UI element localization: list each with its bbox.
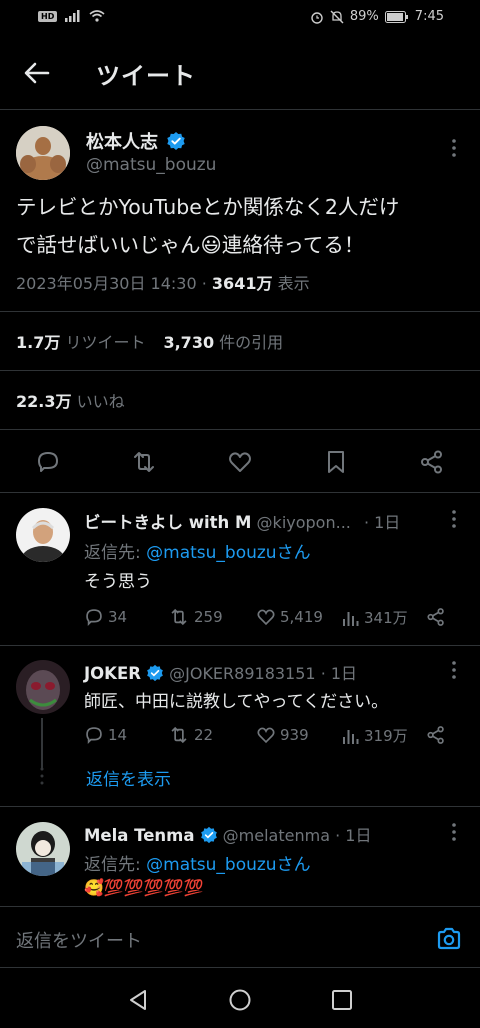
- tweet-text-line1: テレビとかYouTubeとか関係なく2人だけ: [16, 195, 400, 219]
- reply3-handle[interactable]: @melatenma: [223, 826, 330, 845]
- bookmark-icon[interactable]: [323, 449, 349, 475]
- divider: [0, 806, 480, 807]
- views-label: 表示: [277, 274, 310, 293]
- reply-compose-bar: 返信をツイート: [0, 906, 480, 968]
- reply2-more-icon[interactable]: [444, 660, 464, 680]
- retweet-quote-stats: 1.7万 リツイート 3,730 件の引用: [0, 311, 480, 370]
- smiley-emoji-icon: 😃: [200, 233, 222, 257]
- reply3-mention-link[interactable]: @matsu_bouzu: [146, 855, 276, 875]
- reply1-reply-action[interactable]: 34: [84, 607, 127, 627]
- likes-stats: 22.3万 いいね: [0, 370, 480, 429]
- top-app-bar: ツイート: [0, 36, 480, 110]
- page-title: ツイート: [96, 62, 196, 90]
- retweet-icon: [171, 726, 187, 744]
- nav-back-icon[interactable]: [126, 988, 150, 1012]
- likes-stat[interactable]: 22.3万 いいね: [16, 388, 125, 412]
- quotes-stat[interactable]: 3,730 件の引用: [163, 329, 283, 353]
- reply1-time: · 1日: [363, 513, 401, 532]
- battery-icon: [384, 10, 408, 23]
- signal-icon: [65, 10, 80, 22]
- nav-home-icon[interactable]: [228, 988, 252, 1012]
- reply2-views-action[interactable]: 319万: [342, 725, 408, 746]
- reply2-like-action[interactable]: 939: [256, 725, 309, 745]
- reply1-text: そう思う: [84, 572, 152, 592]
- reply3-avatar[interactable]: [16, 822, 70, 876]
- tweet-action-bar: [0, 429, 480, 493]
- thread-line: [41, 718, 43, 768]
- reply1-avatar[interactable]: [16, 508, 70, 562]
- reply1-name[interactable]: ビートきよし with M: [84, 513, 251, 532]
- reply-icon[interactable]: [35, 449, 61, 475]
- reply3-reply-to: 返信先: @matsu_bouzuさん: [84, 855, 311, 875]
- tweet-text-line2: で話せばいいじゃん😃連絡待ってる！: [16, 233, 365, 257]
- verified-badge-icon: [167, 132, 185, 150]
- reply-icon: [86, 727, 102, 744]
- wifi-icon: [89, 10, 105, 22]
- alarm-icon: [311, 11, 323, 24]
- reply1-views-action[interactable]: 341万: [342, 607, 408, 628]
- author-header: 松本人志: [86, 128, 186, 154]
- nav-recents-icon[interactable]: [330, 988, 354, 1012]
- mute-icon: [330, 10, 344, 23]
- views-count: 3641万: [211, 274, 273, 293]
- author-handle[interactable]: @matsu_bouzu: [86, 155, 216, 175]
- back-arrow-icon[interactable]: [22, 58, 52, 88]
- reply2-avatar[interactable]: [16, 660, 70, 714]
- tweet-text: テレビとかYouTubeとか関係なく2人だけ で話せばいいじゃん😃連絡待ってる！: [16, 188, 468, 264]
- reply1-retweet-action[interactable]: 259: [168, 607, 223, 627]
- reply2-name[interactable]: JOKER: [84, 664, 141, 683]
- battery-percent: 89%: [349, 9, 379, 24]
- retweets-stat[interactable]: 1.7万 リツイート: [16, 329, 145, 353]
- status-bar: HD 89% 7:45: [0, 0, 480, 36]
- verified-badge-icon: [200, 826, 217, 844]
- views-icon: [343, 729, 359, 744]
- reply3-time: · 1日: [335, 826, 372, 845]
- reply1-like-action[interactable]: 5,419: [256, 607, 323, 627]
- like-icon: [257, 727, 275, 744]
- like-icon: [257, 609, 275, 626]
- reply1-handle[interactable]: @kiyopon...: [257, 513, 351, 532]
- reply3-header: Mela Tenma @melatenma · 1日: [84, 822, 371, 846]
- retweet-icon[interactable]: [131, 449, 157, 475]
- reply1-header: ビートきよし with M @kiyopon... · 1日: [84, 509, 400, 533]
- system-nav-bar: [0, 968, 480, 1028]
- reply1-reply-to: 返信先: @matsu_bouzuさん: [84, 543, 311, 563]
- more-options-icon[interactable]: [444, 138, 464, 158]
- thread-dots-icon: [40, 767, 44, 785]
- show-replies-link[interactable]: 返信を表示: [86, 765, 171, 790]
- views-icon: [343, 611, 359, 626]
- reply3-name[interactable]: Mela Tenma: [84, 826, 194, 845]
- reply3-text: 🥰💯💯💯💯💯: [84, 878, 204, 897]
- tweet-datetime[interactable]: 2023年05月30日 14:30: [16, 274, 197, 293]
- reply2-share-icon[interactable]: [426, 725, 446, 745]
- author-avatar[interactable]: [16, 126, 70, 180]
- reply1-share-icon[interactable]: [426, 607, 446, 627]
- reply1-mention-link[interactable]: @matsu_bouzu: [146, 543, 276, 563]
- reply2-text: 師匠、中田に説教してやってください。: [84, 692, 389, 712]
- reply3-more-icon[interactable]: [444, 822, 464, 842]
- reply2-time: · 1日: [320, 664, 358, 683]
- verified-badge-icon: [147, 664, 163, 682]
- clock: 7:45: [414, 9, 444, 24]
- reply1-more-icon[interactable]: [444, 509, 464, 529]
- reply2-retweet-action[interactable]: 22: [168, 725, 213, 745]
- reply2-reply-action[interactable]: 14: [84, 725, 127, 745]
- hd-indicator: HD: [38, 10, 58, 22]
- tweet-meta: 2023年05月30日 14:30 · 3641万 表示: [16, 274, 310, 293]
- like-icon[interactable]: [227, 449, 253, 475]
- author-name[interactable]: 松本人志: [86, 132, 158, 153]
- reply-icon: [86, 609, 102, 626]
- reply2-handle[interactable]: @JOKER89183151: [169, 664, 315, 683]
- divider: [0, 645, 480, 646]
- camera-icon[interactable]: [436, 926, 462, 952]
- reply2-header: JOKER @JOKER89183151 · 1日: [84, 660, 357, 684]
- retweet-icon: [171, 608, 187, 626]
- share-icon[interactable]: [419, 449, 445, 475]
- reply-input[interactable]: 返信をツイート: [16, 927, 142, 953]
